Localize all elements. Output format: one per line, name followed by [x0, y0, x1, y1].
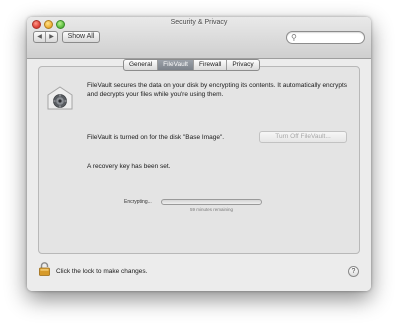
encryption-progress-bar — [161, 199, 262, 205]
magnifier-icon: ⚲ — [291, 33, 297, 42]
back-forward-control: ◀ ▶ — [33, 31, 58, 43]
filevault-status-text: FileVault is turned on for the disk "Bas… — [87, 134, 225, 141]
back-arrow-icon[interactable]: ◀ — [34, 32, 45, 42]
help-button[interactable]: ? — [348, 266, 359, 277]
tab-privacy[interactable]: Privacy — [226, 60, 258, 70]
window-title: Security & Privacy — [170, 19, 228, 26]
time-remaining-text: 59 minutes remaining — [189, 207, 234, 212]
tab-filevault[interactable]: FileVault — [157, 60, 193, 70]
recovery-key-message: A recovery key has been set. — [87, 163, 171, 170]
search-field[interactable]: ⚲ — [286, 31, 365, 44]
tab-firewall[interactable]: Firewall — [192, 60, 226, 70]
forward-arrow-icon[interactable]: ▶ — [45, 32, 57, 42]
filevault-safe-icon — [47, 86, 73, 110]
lock-instruction-text: Click the lock to make changes. — [56, 268, 148, 275]
show-all-button[interactable]: Show All — [62, 31, 100, 43]
encrypting-label: Encrypting... — [124, 199, 152, 205]
preferences-window: Security & Privacy ◀ ▶ Show All ⚲ Genera… — [27, 17, 371, 291]
filevault-description: FileVault secures the data on your disk … — [87, 82, 348, 98]
turn-off-filevault-button[interactable]: Turn Off FileVault... — [259, 131, 347, 143]
title-bar: Security & Privacy ◀ ▶ Show All ⚲ — [27, 17, 371, 59]
padlock-open-icon[interactable] — [39, 262, 50, 276]
preference-tabs: General FileVault Firewall Privacy — [123, 59, 260, 71]
search-input[interactable] — [300, 33, 360, 42]
tab-general[interactable]: General — [124, 60, 157, 70]
